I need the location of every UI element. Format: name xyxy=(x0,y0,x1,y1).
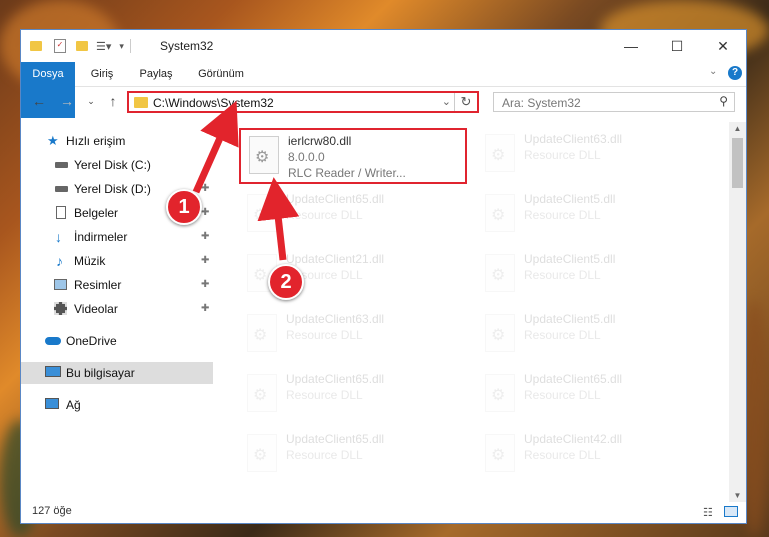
annotation-arrows xyxy=(192,100,300,261)
arrow-to-dll-file xyxy=(257,177,300,261)
arrow-to-address-bar xyxy=(192,100,239,194)
step-badge-2: 2 xyxy=(268,264,304,300)
step-badge-1: 1 xyxy=(166,189,202,225)
